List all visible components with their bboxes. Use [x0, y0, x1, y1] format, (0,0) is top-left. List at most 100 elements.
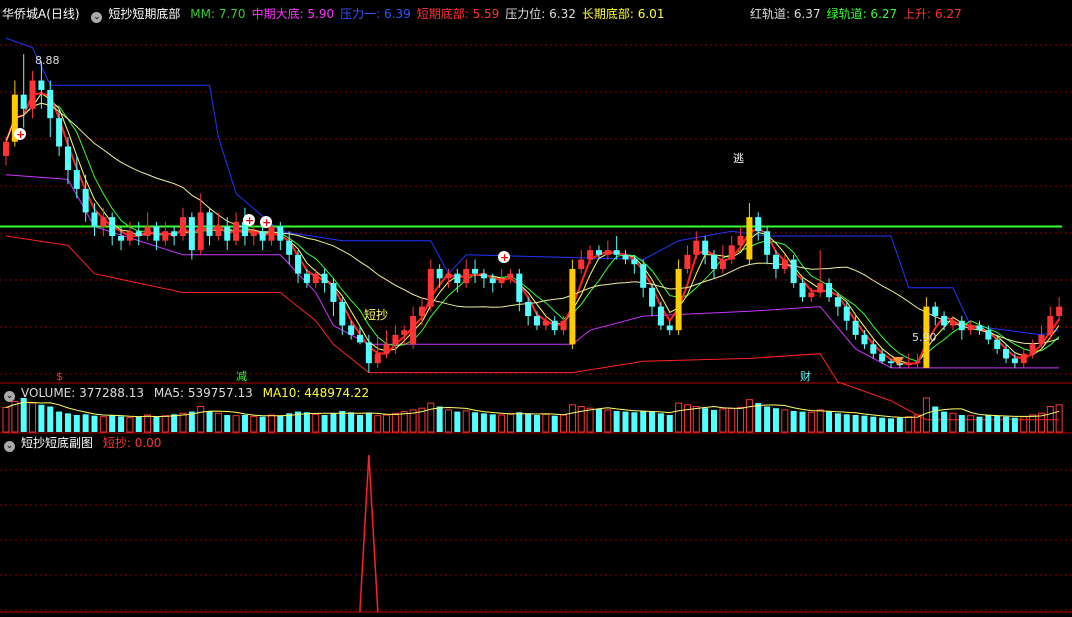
candle-body [135, 231, 142, 236]
candle-body [967, 325, 974, 331]
volume-bar [834, 413, 841, 432]
candle-body [808, 292, 815, 298]
volume-bar [595, 408, 602, 432]
candle-body [286, 240, 293, 255]
volume-bar [144, 414, 152, 433]
volume-bar [436, 406, 443, 432]
candle-body [171, 231, 178, 236]
volume-bar [454, 411, 461, 432]
candle-body [587, 250, 594, 260]
volume-ma-line [5, 401, 1060, 418]
volume-bar [64, 413, 71, 432]
candle-body [834, 297, 841, 307]
volume-bar [498, 414, 506, 433]
volume-bar [905, 416, 913, 433]
volume-bar [197, 406, 205, 433]
plus-glyph: + [16, 128, 25, 141]
candle-body [1056, 306, 1063, 317]
candle-body [595, 250, 602, 255]
volume-bar [348, 412, 355, 432]
volume-bar [613, 410, 620, 432]
volume-bar [790, 410, 797, 432]
plus-glyph: + [262, 216, 271, 229]
volume-bar [109, 415, 116, 432]
candle-body [472, 268, 479, 274]
reduce-label: 减 [236, 370, 247, 383]
volume-bar [675, 402, 683, 433]
volume-bar [73, 415, 80, 432]
candle-body [312, 273, 319, 284]
volume-bar [232, 415, 240, 433]
candle-body [162, 231, 169, 241]
volume-bar [852, 415, 859, 432]
short-copy-spike [359, 454, 379, 613]
volume-bar [994, 415, 1001, 432]
candle-body [73, 170, 80, 189]
candle-body [905, 363, 912, 366]
volume-bar [949, 412, 957, 433]
candle-body [949, 320, 956, 326]
volume-bar [11, 400, 19, 433]
volume-bar [153, 416, 160, 432]
volume-bar [391, 412, 399, 433]
volume-bar [692, 406, 700, 433]
volume-bar [568, 404, 576, 433]
volume-bar [1003, 416, 1010, 432]
candle-body [702, 240, 709, 255]
candle-body [790, 259, 797, 284]
volume-bar [976, 416, 983, 432]
volume-bar [826, 411, 833, 432]
candle-body [1011, 358, 1018, 364]
volume-bar [56, 411, 63, 432]
candle-body [684, 254, 691, 269]
candle-body [197, 212, 204, 251]
volume-bar [534, 415, 540, 432]
volume-bar [286, 413, 293, 432]
candle-body [480, 273, 487, 279]
candle-body [259, 231, 266, 241]
candle-body [693, 240, 700, 255]
candle-body [657, 306, 664, 326]
candle-body [401, 330, 408, 335]
volume-bar [807, 411, 815, 433]
volume-bar [967, 415, 975, 433]
volume-bar [888, 418, 894, 432]
volume-bar [649, 411, 656, 432]
candle-body [958, 320, 965, 331]
volume-bar [666, 415, 673, 432]
candle-body [719, 259, 726, 269]
price-chart[interactable]: 8.88 5.90 短抄 逃减 财 $ + + + + [0, 0, 1072, 617]
volume-bar [99, 416, 107, 433]
candle-body [976, 325, 983, 331]
volume-bar [241, 415, 248, 432]
volume-bar [383, 414, 391, 433]
candle-body [250, 231, 257, 236]
volume-bar [586, 407, 594, 433]
candle-body [1047, 316, 1054, 335]
candle-body [852, 320, 859, 335]
volume-bar [259, 416, 266, 432]
volume-bar [870, 416, 877, 432]
volume-bar [312, 413, 320, 433]
candle-body [843, 306, 850, 321]
volume-bar [560, 414, 568, 433]
candle-body [454, 273, 461, 284]
candle-body [764, 231, 771, 255]
volume-bar [640, 410, 647, 432]
candle-body [374, 353, 381, 364]
volume-bar [772, 408, 779, 432]
volume-bar [861, 415, 868, 432]
candle-body [888, 361, 894, 364]
candle-body [277, 226, 284, 241]
volume-bar [357, 415, 363, 432]
volume-bar [577, 406, 585, 433]
volume-bar [445, 409, 452, 433]
volume-bar [365, 413, 372, 432]
volume-bar [206, 410, 213, 432]
ma-yellow-line [5, 92, 1060, 364]
candle-body [746, 217, 753, 260]
volume-bar [2, 407, 10, 433]
short-copy-label: 短抄 [364, 308, 388, 322]
mid-bottom-line [5, 174, 1060, 369]
candle-body [799, 283, 806, 298]
